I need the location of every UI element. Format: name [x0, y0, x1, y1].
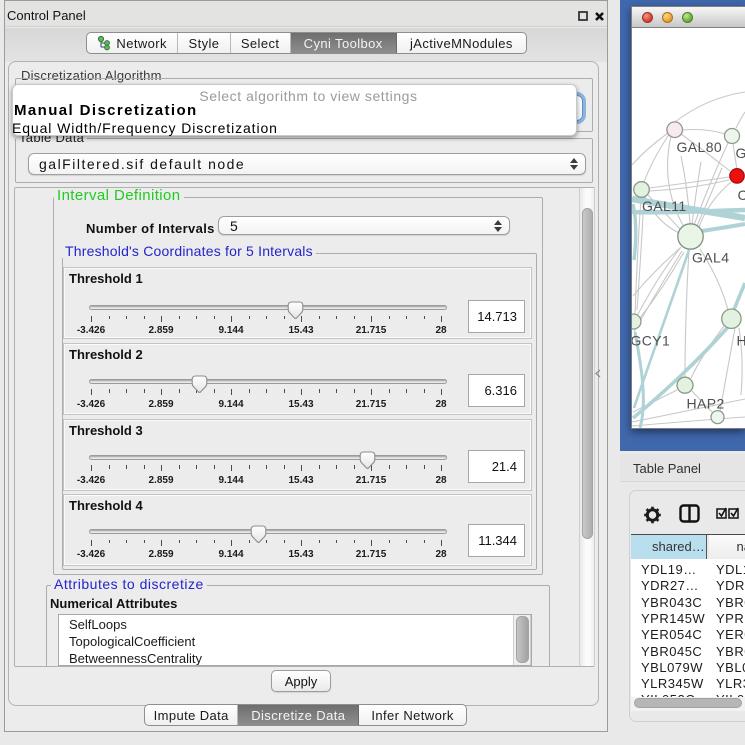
svg-text:GAL11: GAL11: [642, 198, 687, 214]
svg-text:HIS: HIS: [737, 333, 745, 349]
svg-text:GCY1: GCY1: [632, 333, 670, 349]
svg-text:CYC..: CYC..: [738, 187, 745, 203]
svg-text:GAL80: GAL80: [677, 139, 723, 155]
svg-text:GAL..: GAL..: [736, 145, 745, 161]
svg-text:HAP2: HAP2: [687, 396, 725, 412]
svg-text:GAL4: GAL4: [692, 250, 729, 266]
